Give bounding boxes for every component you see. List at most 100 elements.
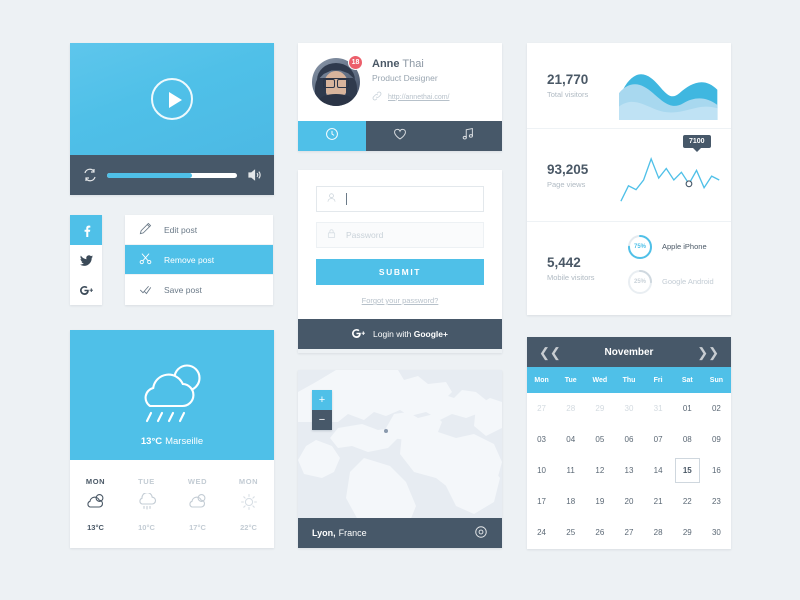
username-field-wrapper[interactable]: [316, 186, 484, 212]
map-zoom-out-button[interactable]: −: [312, 410, 332, 430]
calendar-day[interactable]: 31: [644, 393, 673, 424]
stat-value: 93,205: [547, 161, 589, 177]
video-player-card: [70, 43, 274, 195]
user-icon: [326, 190, 337, 208]
forecast-day-2[interactable]: WED 17°C: [172, 477, 223, 532]
map-footer: Lyon, France: [298, 518, 502, 548]
calendar-day[interactable]: 27: [527, 393, 556, 424]
weekday-tue: Tue: [564, 376, 577, 384]
password-input[interactable]: [346, 230, 474, 240]
play-icon[interactable]: [151, 78, 193, 120]
forecast-day-temp: 17°C: [189, 522, 206, 532]
video-progress-bar[interactable]: [107, 172, 237, 178]
weekday-mon: Mon: [534, 376, 549, 384]
calendar-day[interactable]: 02: [702, 393, 731, 424]
forecast-day-name: TUE: [138, 476, 155, 486]
calendar-day-selected[interactable]: 15: [673, 455, 702, 486]
calendar-day[interactable]: 01: [673, 393, 702, 424]
calendar-day[interactable]: 24: [527, 517, 556, 548]
calendar-day[interactable]: 29: [585, 393, 614, 424]
social-google-plus-button[interactable]: [70, 275, 102, 305]
map-zoom-in-button[interactable]: +: [312, 390, 332, 410]
calendar-day[interactable]: 07: [644, 424, 673, 455]
calendar-day[interactable]: 06: [614, 424, 643, 455]
calendar-day[interactable]: 09: [702, 424, 731, 455]
menu-item-label: Save post: [164, 285, 202, 295]
calendar-day[interactable]: 28: [644, 517, 673, 548]
calendar-day[interactable]: 12: [585, 455, 614, 486]
calendar-day[interactable]: 30: [702, 517, 731, 548]
calendar-day[interactable]: 28: [556, 393, 585, 424]
forecast-day-name: MON: [238, 476, 259, 486]
calendar-day[interactable]: 10: [527, 455, 556, 486]
menu-item-remove-post[interactable]: Remove post: [125, 245, 273, 275]
stat-label: Total visitors: [547, 90, 589, 99]
calendar-day[interactable]: 27: [614, 517, 643, 548]
calendar-day[interactable]: 30: [614, 393, 643, 424]
map-viewport[interactable]: + −: [298, 370, 502, 518]
heart-icon: [393, 127, 407, 146]
weather-current: 13°C Marseille: [70, 330, 274, 460]
weekday-sun: Sun: [709, 376, 724, 384]
forgot-password-link[interactable]: Forgot your password?: [316, 296, 484, 305]
profile-info: Anne Thai Product Designer http://anneth…: [372, 58, 449, 106]
forecast-day-temp: 10°C: [138, 522, 155, 532]
calendar-day[interactable]: 14: [644, 455, 673, 486]
loop-icon[interactable]: [82, 167, 98, 183]
calendar-day[interactable]: 26: [585, 517, 614, 548]
volume-icon[interactable]: [246, 167, 262, 183]
social-facebook-button[interactable]: [70, 215, 102, 245]
video-progress-fill: [107, 172, 192, 178]
location-pin-icon[interactable]: [474, 525, 488, 541]
menu-item-save-post[interactable]: Save post: [125, 275, 273, 305]
calendar-day[interactable]: 05: [585, 424, 614, 455]
calendar-day[interactable]: 03: [527, 424, 556, 455]
forecast-day-0[interactable]: MON 13°C: [70, 477, 121, 532]
calendar-day[interactable]: 13: [614, 455, 643, 486]
calendar-day[interactable]: 08: [673, 424, 702, 455]
calendar-day[interactable]: 16: [702, 455, 731, 486]
stat-text-block: 21,770 Total visitors: [547, 72, 619, 99]
menu-item-edit-post[interactable]: Edit post: [125, 215, 273, 245]
submit-button[interactable]: SUBMIT: [316, 259, 484, 285]
username-input[interactable]: [356, 194, 474, 204]
calendar-day[interactable]: 20: [614, 486, 643, 517]
stat-value: 5,442: [547, 255, 581, 270]
calendar-weekday-header: Mon Tue Wed Thu Fri Sat Sun: [527, 367, 731, 393]
calendar-card: ❮❮ November ❯❯ Mon Tue Wed Thu Fri Sat S…: [527, 337, 731, 549]
platform-breakdown: 75% Apple iPhone 25% Google Android: [619, 222, 731, 315]
forecast-day-3[interactable]: MON 22°C: [223, 477, 274, 532]
tab-likes[interactable]: [366, 121, 434, 151]
stat-label: Page views: [547, 179, 586, 189]
play-triangle: [169, 92, 182, 108]
login-with-google-button[interactable]: Login with Google+: [298, 319, 502, 349]
calendar-day[interactable]: 18: [556, 486, 585, 517]
video-screen[interactable]: [70, 43, 274, 155]
profile-tabs: [298, 121, 502, 151]
profile-website-link[interactable]: http://annethai.com/: [388, 94, 449, 101]
menu-item-label: Remove post: [164, 254, 215, 265]
calendar-day[interactable]: 29: [673, 517, 702, 548]
calendar-day[interactable]: 04: [556, 424, 585, 455]
notification-badge[interactable]: 18: [348, 55, 363, 70]
donut-chart-iphone: 75%: [627, 234, 653, 260]
stats-card: 21,770 Total visitors 93,205 Page views …: [527, 43, 731, 315]
chevron-right-icon[interactable]: ❯❯: [697, 346, 719, 359]
ui-kit-page: Edit post Remove post Save post 13°C Mar…: [0, 0, 800, 600]
calendar-day[interactable]: 25: [556, 517, 585, 548]
social-twitter-button[interactable]: [70, 245, 102, 275]
calendar-day[interactable]: 19: [585, 486, 614, 517]
calendar-day[interactable]: 17: [527, 486, 556, 517]
calendar-day[interactable]: 23: [702, 486, 731, 517]
forecast-day-1[interactable]: TUE 10°C: [121, 477, 172, 532]
calendar-day[interactable]: 22: [673, 486, 702, 517]
tab-music[interactable]: [434, 121, 502, 151]
chevron-left-icon[interactable]: ❮❮: [539, 346, 561, 359]
check-icon: [139, 283, 152, 298]
calendar-day[interactable]: 21: [644, 486, 673, 517]
password-field-wrapper[interactable]: [316, 222, 484, 248]
calendar-day[interactable]: 11: [556, 455, 585, 486]
tab-recent[interactable]: [298, 121, 366, 151]
calendar-grid: 27 28 29 30 31 01 02 03 04 05 06 07 08 09 10 11 12 13 14 15…: [527, 393, 731, 548]
forecast-day-temp: 13°C: [87, 522, 104, 532]
